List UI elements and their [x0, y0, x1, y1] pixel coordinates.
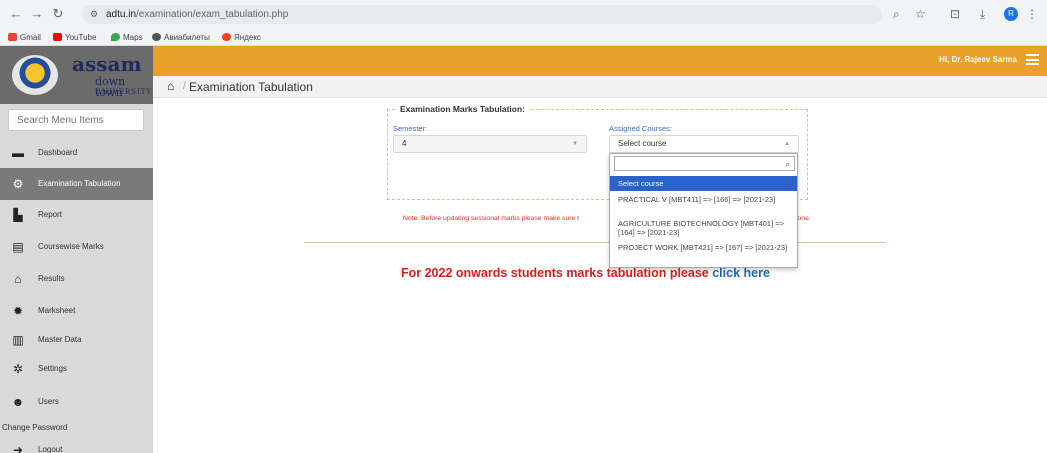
chevron-down-icon: ▼	[572, 141, 578, 147]
hamburger-menu-icon[interactable]	[1026, 54, 1039, 65]
sidebar-item-examination-tabulation[interactable]: ⚙ Examination Tabulation	[0, 168, 153, 200]
bookmark-gmail[interactable]: Gmail	[8, 33, 41, 43]
dropdown-option[interactable]: PRACTICAL V [MBT411] => [166] => [2021-2…	[610, 195, 797, 204]
breadcrumb: ⌂ / Examination Tabulation	[153, 76, 1047, 98]
assigned-courses-select[interactable]: Select course ▲	[609, 135, 799, 153]
maps-pin-icon	[111, 33, 120, 41]
sidebar-item-master-data[interactable]: ▥ Master Data	[0, 324, 153, 356]
gmail-icon	[8, 33, 17, 41]
dropdown-option[interactable]: Select course	[610, 176, 797, 191]
page-title: Examination Tabulation	[189, 80, 313, 94]
sidebar-item-dashboard[interactable]: ▬ Dashboard	[0, 137, 153, 169]
bookmark-maps[interactable]: Maps	[111, 33, 143, 43]
address-bar[interactable]: ⚙ adtu.in/examination/exam_tabulation.ph…	[82, 5, 882, 24]
note-text: Note: Before updating sessional marks pl…	[403, 215, 580, 222]
sidebar-item-report[interactable]: ▙ Report	[0, 199, 153, 231]
reload-icon[interactable]: ↻	[50, 6, 66, 22]
semester-select[interactable]: 4 ▼	[393, 135, 587, 153]
bookmark-star-icon[interactable]: ☆	[915, 6, 926, 22]
semester-label: Semester:	[393, 124, 428, 133]
profile-avatar[interactable]: R	[1004, 7, 1018, 21]
home-icon[interactable]: ⌂	[167, 80, 174, 92]
university-logo[interactable]: assam down town UNIVERSITY	[0, 46, 153, 104]
bookmark-yandex[interactable]: Яндекс	[222, 33, 261, 43]
youtube-icon	[53, 33, 62, 41]
breadcrumb-separator: /	[183, 81, 186, 92]
note-text-tail: lone.	[796, 215, 811, 222]
top-header: Hi, Dr. Rajeev Sarma	[153, 46, 1047, 76]
sidebar-item-settings[interactable]: ✲ Settings	[0, 353, 153, 385]
sidebar-item-results[interactable]: ⌂ Results	[0, 263, 153, 295]
promo-text: For 2022 onwards students marks tabulati…	[401, 266, 770, 280]
dropdown-option[interactable]: PROJECT WORK [MBT421] => [167] => [2021-…	[610, 243, 797, 252]
user-greeting[interactable]: Hi, Dr. Rajeev Sarma	[939, 55, 1017, 64]
logo-line3: UNIVERSITY	[95, 88, 153, 96]
graduation-cap-icon: ⌂	[14, 272, 22, 286]
bookmark-aviabilety[interactable]: Авиабилеты	[152, 33, 210, 43]
fieldset-legend: Examination Marks Tabulation:	[400, 104, 526, 114]
extensions-icon[interactable]: ⊡	[950, 6, 960, 22]
logo-brand: assam	[72, 52, 142, 76]
yandex-icon	[222, 33, 231, 41]
assigned-courses-label: Assigned Courses:	[609, 124, 672, 133]
sidebar: assam down town UNIVERSITY ▬ Dashboard ⚙…	[0, 46, 153, 453]
bookmarks-bar: Gmail YouTube Maps Авиабилеты Яндекс	[0, 30, 1047, 45]
logout-icon: ➜	[12, 443, 24, 453]
sidebar-item-users[interactable]: ☻ Users	[0, 386, 153, 418]
certificate-icon: ✹	[12, 304, 24, 318]
menu-kebab-icon[interactable]: ⋮	[1026, 6, 1038, 22]
download-icon[interactable]: ⤓	[980, 6, 985, 22]
browser-chrome: ← → ↻ ⚙ adtu.in/examination/exam_tabulat…	[0, 0, 1047, 46]
forward-icon[interactable]: →	[29, 6, 45, 22]
sidebar-item-logout[interactable]: ➜ Logout	[0, 436, 153, 453]
university-seal-icon	[12, 55, 58, 95]
users-icon: ☻	[11, 395, 25, 409]
zoom-icon[interactable]: ⌕	[893, 6, 900, 22]
url-host: adtu.in	[106, 9, 137, 20]
dropdown-search-input[interactable]: ⌕	[614, 156, 795, 171]
document-icon: ▤	[12, 240, 24, 254]
search-icon: ⌕	[784, 159, 790, 169]
site-settings-icon[interactable]: ⚙	[90, 9, 101, 20]
dashboard-icon: ▬	[12, 146, 24, 160]
chevron-up-icon: ▲	[784, 141, 790, 147]
click-here-link[interactable]: click here	[712, 266, 770, 280]
search-menu-input[interactable]	[8, 109, 144, 131]
institution-icon: ▥	[12, 333, 24, 347]
sidebar-item-marksheet[interactable]: ✹ Marksheet	[0, 295, 153, 327]
back-icon[interactable]: ←	[8, 6, 24, 22]
url-path: /examination/exam_tabulation.php	[136, 9, 289, 20]
file-icon: ▙	[13, 208, 23, 222]
browser-toolbar: ← → ↻ ⚙ adtu.in/examination/exam_tabulat…	[0, 0, 1047, 28]
sidebar-item-coursewise-marks[interactable]: ▤ Coursewise Marks	[0, 231, 153, 263]
course-dropdown: ⌕ Select course PRACTICAL V [MBT411] => …	[609, 153, 798, 268]
gear-icon: ✲	[12, 362, 24, 376]
gears-icon: ⚙	[12, 177, 24, 191]
bookmark-youtube[interactable]: YouTube	[53, 33, 96, 43]
divider	[304, 242, 886, 243]
dropdown-option[interactable]: AGRICULTURE BIOTECHNOLOGY [MBT401] => [1…	[610, 219, 797, 237]
change-password-link[interactable]: Change Password	[2, 423, 67, 432]
globe-icon	[152, 33, 161, 41]
